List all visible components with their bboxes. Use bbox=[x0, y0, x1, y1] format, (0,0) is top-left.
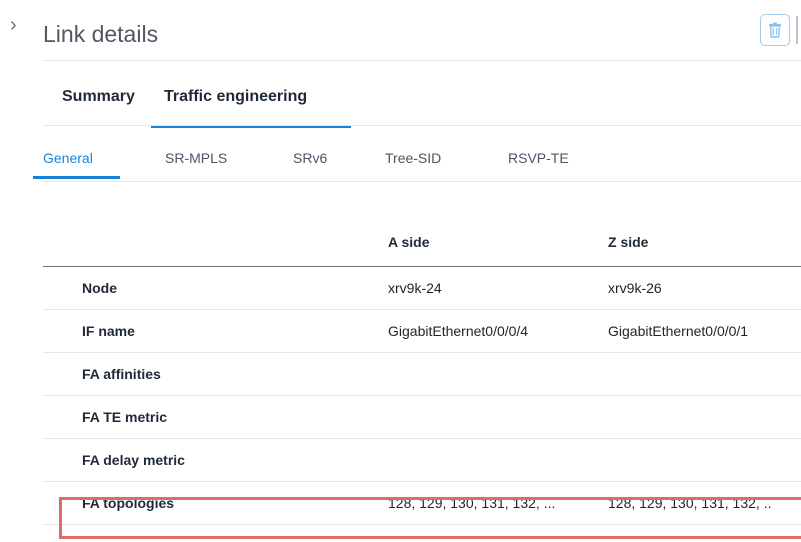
secondary-action-edge[interactable] bbox=[796, 16, 798, 44]
active-subtab-indicator bbox=[33, 176, 120, 179]
table-row: Node xrv9k-24 xrv9k-26 bbox=[43, 267, 801, 310]
column-header-z-side: Z side bbox=[608, 234, 649, 250]
row-label: IF name bbox=[82, 323, 135, 339]
delete-button[interactable] bbox=[760, 14, 790, 46]
a-side-value bbox=[388, 353, 608, 396]
a-side-value bbox=[388, 439, 608, 482]
table-row: FA topologies 128, 129, 130, 131, 132, .… bbox=[43, 482, 801, 525]
panel-title: Link details bbox=[43, 21, 159, 47]
row-label: Node bbox=[82, 280, 117, 296]
tab-srv6[interactable]: SRv6 bbox=[293, 150, 327, 166]
trash-icon bbox=[769, 22, 781, 38]
tab-summary[interactable]: Summary bbox=[62, 88, 164, 123]
z-side-value: 128, 129, 130, 131, 132, .. bbox=[608, 495, 772, 511]
a-side-value bbox=[388, 396, 608, 439]
row-label: FA delay metric bbox=[82, 452, 185, 468]
tab-sr-mpls[interactable]: SR-MPLS bbox=[165, 150, 227, 166]
a-side-value: xrv9k-24 bbox=[388, 280, 442, 296]
z-side-value bbox=[608, 439, 801, 482]
tab-general[interactable]: General bbox=[33, 150, 120, 179]
column-header-attribute bbox=[43, 234, 388, 267]
tab-rsvp-te[interactable]: RSVP-TE bbox=[508, 150, 569, 166]
row-label: FA TE metric bbox=[82, 409, 168, 425]
column-header-a-side: A side bbox=[388, 234, 430, 250]
a-side-value: 128, 129, 130, 131, 132, ... bbox=[388, 495, 556, 511]
row-label: FA affinities bbox=[82, 366, 161, 382]
primary-tabs: Summary Traffic engineering bbox=[43, 88, 364, 128]
table-row: FA affinities bbox=[43, 353, 801, 396]
link-details-table: A side Z side Node xrv9k-24 xrv9k-26 IF … bbox=[43, 234, 801, 525]
table-row: FA TE metric bbox=[43, 396, 801, 439]
chevron-right-icon: › bbox=[10, 14, 17, 36]
secondary-tabs-divider bbox=[43, 181, 801, 182]
collapse-panel-button[interactable]: › bbox=[10, 14, 24, 36]
header-divider bbox=[43, 60, 801, 61]
z-side-value bbox=[608, 396, 801, 439]
table-header-row: A side Z side bbox=[43, 234, 801, 267]
z-side-value bbox=[608, 353, 801, 396]
table-row: IF name GigabitEthernet0/0/0/4 GigabitEt… bbox=[43, 310, 801, 353]
a-side-value: GigabitEthernet0/0/0/4 bbox=[388, 323, 529, 339]
primary-tabs-divider bbox=[43, 125, 801, 126]
row-label: FA topologies bbox=[82, 495, 175, 511]
tab-traffic-engineering[interactable]: Traffic engineering bbox=[151, 88, 364, 128]
table-row: FA delay metric bbox=[43, 439, 801, 482]
z-side-value: GigabitEthernet0/0/0/1 bbox=[608, 323, 749, 339]
tab-tree-sid[interactable]: Tree-SID bbox=[385, 150, 441, 166]
z-side-value: xrv9k-26 bbox=[608, 280, 662, 296]
